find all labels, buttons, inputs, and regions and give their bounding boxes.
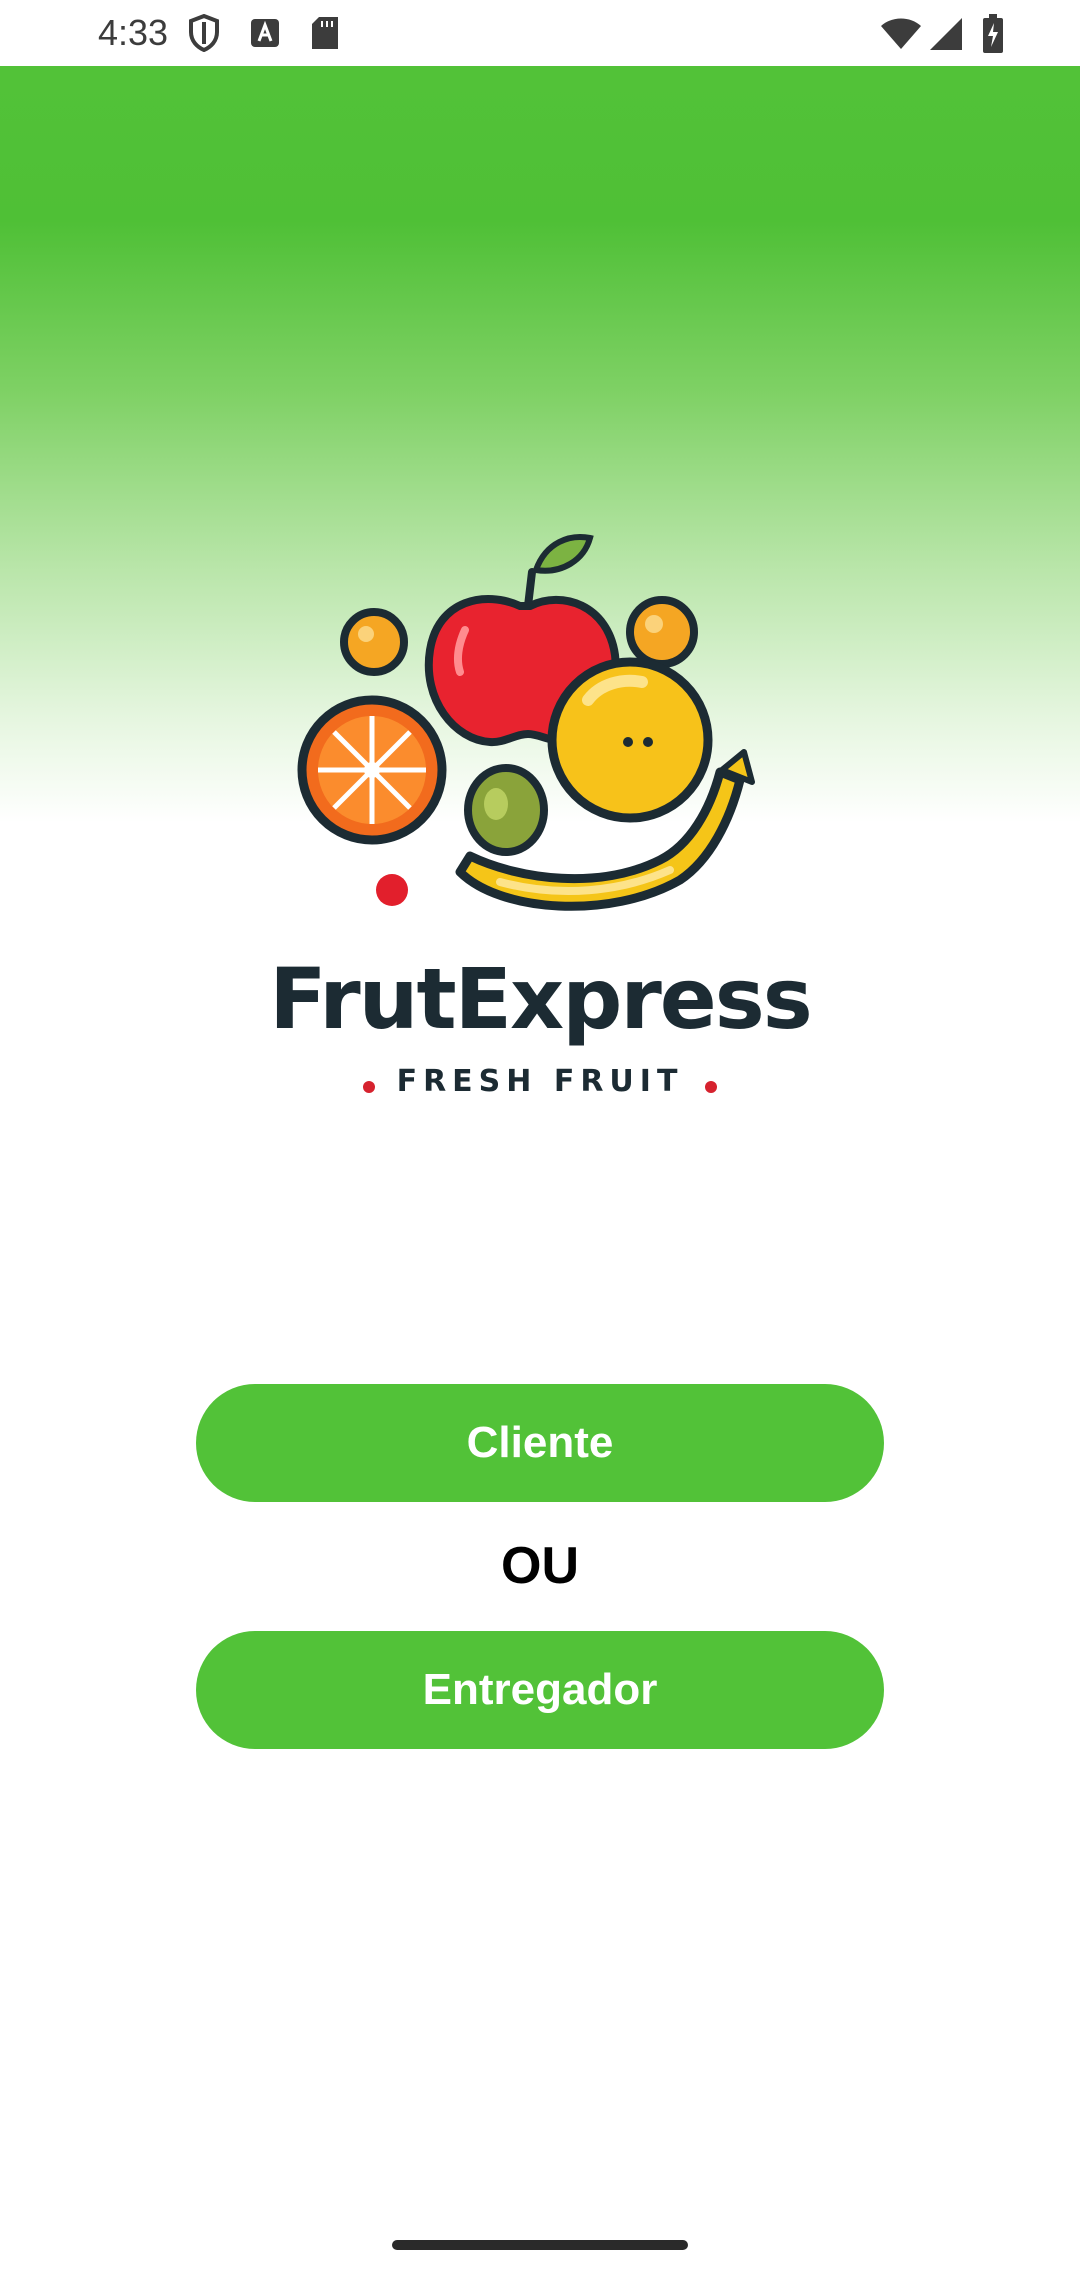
brand-name: FrutExpress [269,950,812,1048]
cliente-button[interactable]: Cliente [196,1384,884,1502]
home-indicator[interactable] [392,2240,688,2250]
fruit-logo-icon [270,520,830,940]
tagline-dot-left [362,1080,375,1093]
font-a-icon [250,18,280,53]
screen: 4:33 FrutExpress FRESH FRUIT Cliente OU … [0,0,1080,2280]
status-bar: 4:33 [0,0,1080,66]
battery-charging-icon [982,14,1004,59]
brand-tagline-row: FRESH FRUIT [0,1064,1080,1099]
entregador-button[interactable]: Entregador [196,1631,884,1749]
shield-icon [188,13,220,57]
signal-icon [928,16,964,57]
sd-card-icon [310,16,340,55]
brand-tagline: FRESH FRUIT [396,1064,684,1099]
status-time: 4:33 [98,12,169,53]
or-separator: OU [501,1537,579,1595]
wifi-icon [880,18,922,55]
tagline-dot-right [705,1080,718,1093]
